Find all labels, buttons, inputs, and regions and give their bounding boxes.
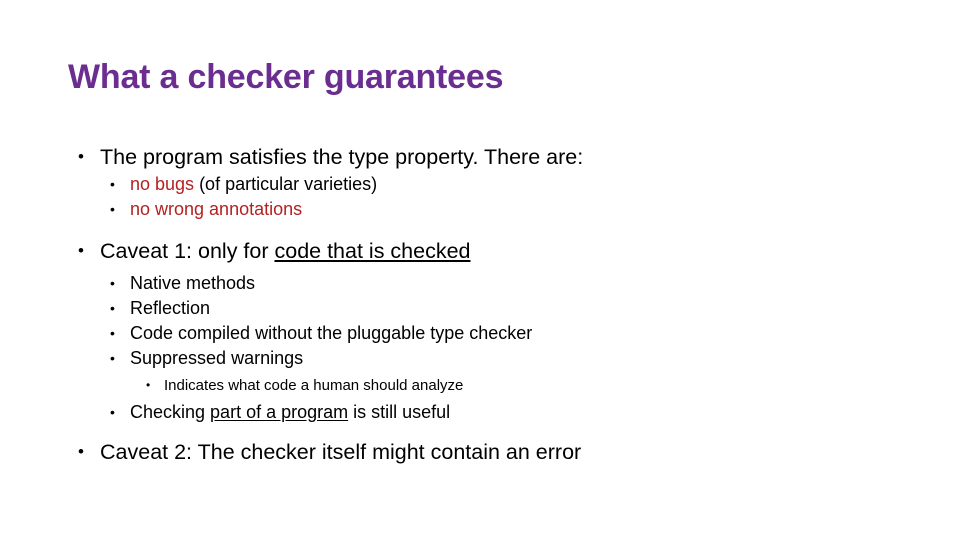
bullet-text: The program satisfies the type property.… (100, 145, 584, 169)
bullet-text: Suppressed warnings (130, 348, 304, 368)
bullet-no-bugs: • no bugs (of particular varieties) (110, 172, 908, 197)
bullet-text: Native methods (130, 273, 256, 293)
bullet-text: Indicates what code a human should analy… (164, 377, 464, 394)
bullet-glyph-icon: • (110, 350, 115, 366)
bullet-reflection: • Reflection (110, 296, 908, 321)
bullet-no-wrong-annotations: • no wrong annotations (110, 197, 908, 222)
bullet-text: no wrong annotations (130, 199, 303, 219)
checking-lead: Checking (130, 402, 211, 422)
bullet-checking-part: • Checking part of a program is still us… (110, 400, 908, 425)
bullet-glyph-icon: • (110, 404, 115, 420)
bullet-glyph-icon: • (146, 378, 151, 392)
bullet-glyph-icon: • (110, 325, 115, 341)
bullet-text: Code compiled without the pluggable type… (130, 323, 533, 343)
bullet-glyph-icon: • (78, 147, 84, 166)
no-bugs-emphasis: no bugs (130, 174, 195, 194)
bullet-text: Caveat 2: The checker itself might conta… (100, 440, 582, 464)
caveat1-lead: Caveat 1: only for (100, 239, 275, 263)
bullet-glyph-icon: • (78, 442, 84, 461)
bullet-caveat-2: • Caveat 2: The checker itself might con… (78, 437, 908, 467)
no-bugs-qualifier: (of particular varieties) (194, 174, 378, 194)
checking-underlined: part of a program (210, 402, 349, 422)
bullet-caveat-1: • Caveat 1: only for code that is checke… (78, 236, 908, 266)
bullet-list: • The program satisfies the type propert… (68, 142, 908, 467)
bullet-program-satisfies: • The program satisfies the type propert… (78, 142, 908, 172)
slide: What a checker guarantees • The program … (0, 0, 960, 540)
bullet-text: no bugs (of particular varieties) (130, 172, 377, 197)
bullet-glyph-icon: • (110, 275, 115, 291)
bullet-code-compiled: • Code compiled without the pluggable ty… (110, 321, 908, 346)
bullet-text: Caveat 1: only for code that is checked (100, 236, 471, 266)
bullet-glyph-icon: • (110, 201, 115, 217)
caveat1-underlined: code that is checked (274, 239, 471, 263)
checking-tail: is still useful (348, 402, 451, 422)
page-title: What a checker guarantees (68, 58, 504, 96)
bullet-suppressed-warnings: • Suppressed warnings (110, 346, 908, 371)
bullet-glyph-icon: • (78, 241, 84, 260)
slide-body: • The program satisfies the type propert… (68, 142, 908, 467)
bullet-native-methods: • Native methods (110, 271, 908, 296)
bullet-glyph-icon: • (110, 176, 115, 192)
bullet-text: Checking part of a program is still usef… (130, 400, 450, 425)
bullet-text: Reflection (130, 298, 211, 318)
bullet-glyph-icon: • (110, 300, 115, 316)
bullet-indicates-analyze: • Indicates what code a human should ana… (146, 374, 908, 397)
